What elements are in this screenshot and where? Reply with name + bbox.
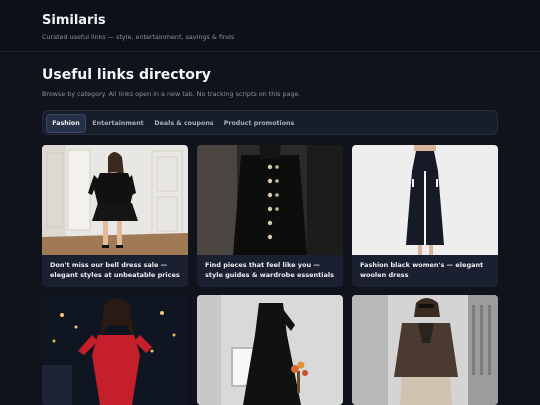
card-image-red-dress: [42, 295, 188, 405]
card-image-woolen-dress: [352, 145, 498, 255]
category-tabs: Fashion Entertainment Deals & coupons Pr…: [42, 110, 498, 135]
brand-tagline: Curated useful links — style, entertainm…: [42, 33, 235, 41]
card-image-black-gown: [197, 295, 343, 405]
link-card[interactable]: [197, 295, 343, 405]
link-card[interactable]: Find pieces that feel like you — style g…: [197, 145, 343, 287]
card-caption[interactable]: Find pieces that feel like you — style g…: [205, 261, 337, 280]
card-image-leather-jacket: [352, 295, 498, 405]
card-caption[interactable]: Don't miss our bell dress sale — elegant…: [50, 261, 182, 280]
tab-deals-coupons[interactable]: Deals & coupons: [151, 114, 217, 133]
card-image-bell-dress: [42, 145, 188, 255]
tab-product-promotions[interactable]: Product promotions: [221, 114, 297, 133]
brand-name[interactable]: Similaris: [42, 13, 106, 28]
link-card[interactable]: Fashion black women's — elegant woolen d…: [352, 145, 498, 287]
site-header: Similaris Curated useful links — style, …: [0, 0, 540, 52]
link-card[interactable]: Don't miss our bell dress sale — elegant…: [42, 145, 188, 287]
card-image-style-guide: [197, 145, 343, 255]
tab-entertainment[interactable]: Entertainment: [89, 114, 147, 133]
page-subtitle: Browse by category. All links open in a …: [42, 90, 301, 98]
tab-fashion[interactable]: Fashion: [46, 114, 86, 133]
page-title: Useful links directory: [42, 67, 211, 83]
link-card[interactable]: [352, 295, 498, 405]
link-card[interactable]: [42, 295, 188, 405]
card-caption[interactable]: Fashion black women's — elegant woolen d…: [360, 261, 492, 280]
